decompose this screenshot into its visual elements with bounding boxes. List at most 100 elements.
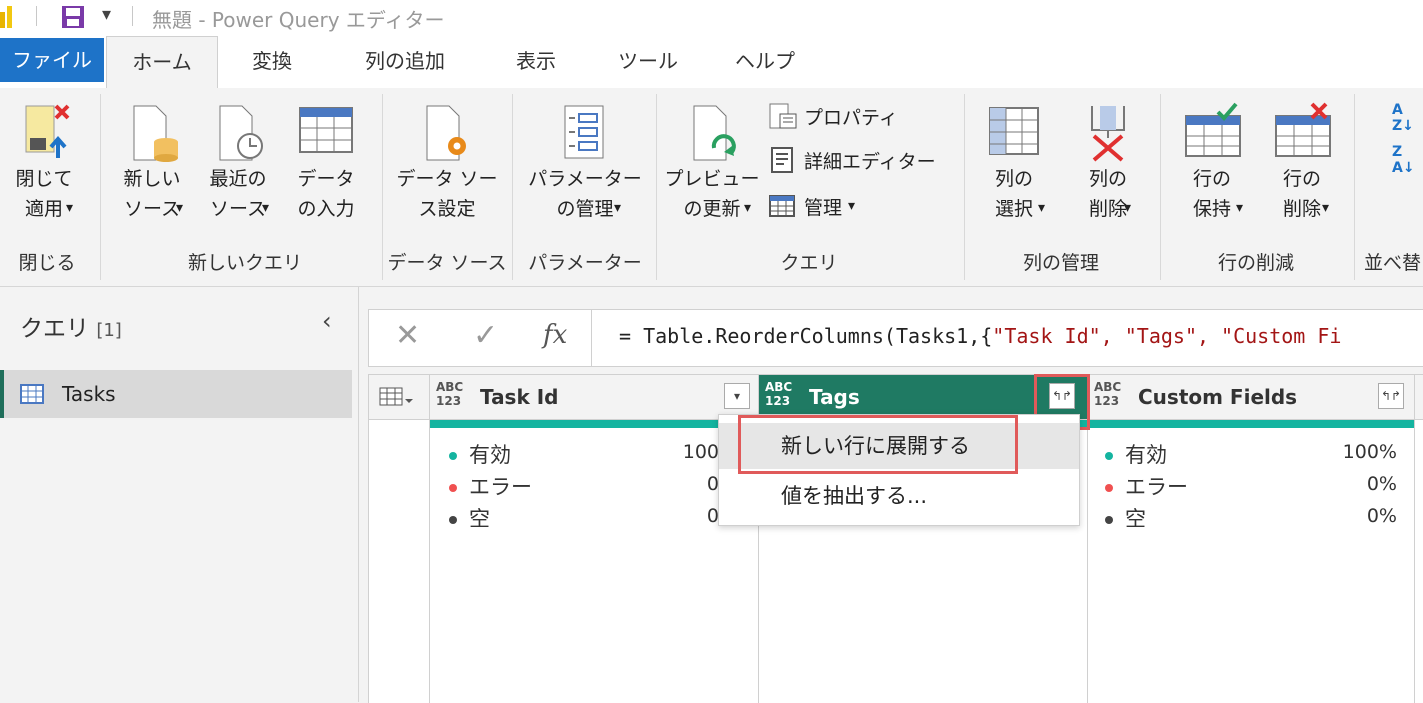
filter-dropdown-icon[interactable]: ▾	[724, 383, 750, 409]
empty-label: 空	[1125, 507, 1146, 531]
group-label-data-source: データ ソース	[387, 252, 507, 274]
tab-file[interactable]: ファイル	[0, 38, 104, 82]
sort-descending-icon[interactable]: Z A↓	[1392, 144, 1415, 176]
remove-rows-button[interactable]: 行の 削除	[1262, 102, 1342, 224]
ribbon: 閉じて 適用 ▾ 閉じる 新しい ソース ▾ 最近の ソース ▾ データ の入力…	[0, 88, 1423, 287]
chevron-down-icon: ▾	[744, 200, 752, 216]
divider	[382, 94, 383, 280]
tab-help[interactable]: ヘルプ	[722, 36, 808, 86]
valid-label: 有効	[469, 443, 511, 467]
properties-icon	[769, 103, 797, 129]
divider	[512, 94, 513, 280]
manage-parameters-button[interactable]: パラメーター の管理	[520, 102, 650, 224]
formula-bar: ✕ ✓ fx = Table.ReorderColumns(Tasks1,{"T…	[368, 309, 1423, 367]
remove-rows-label: 行の 削除	[1282, 168, 1321, 220]
group-label-reduce-rows: 行の削減	[1217, 252, 1294, 274]
column-header-next[interactable]	[1415, 375, 1423, 420]
empty-label: 空	[469, 507, 490, 531]
any-type-icon[interactable]: ABC 123	[765, 380, 792, 408]
queries-title: クエリ	[20, 316, 89, 342]
chevron-down-icon: ▾	[1322, 200, 1330, 216]
divider	[100, 94, 101, 280]
query-item-tasks[interactable]: Tasks	[0, 370, 352, 418]
manage-icon	[769, 195, 795, 217]
recent-sources-icon	[219, 105, 263, 161]
sort-ascending-icon[interactable]: A Z↓	[1392, 102, 1414, 134]
tab-home[interactable]: ホーム	[106, 36, 218, 91]
keep-rows-icon	[1185, 102, 1241, 157]
column-header-task-id[interactable]: ABC 123 Task Id ▾	[430, 375, 759, 420]
divider	[1087, 420, 1088, 703]
divider	[1160, 94, 1161, 280]
error-stat: エラー	[449, 471, 532, 501]
error-dot-icon	[449, 484, 457, 492]
empty-stat: 空	[449, 503, 490, 533]
valid-label: 有効	[1125, 443, 1167, 467]
menu-item-extract-values[interactable]: 値を抽出する...	[719, 473, 1079, 519]
data-source-settings-button[interactable]: データ ソー ス設定	[392, 102, 502, 224]
highlight-box	[738, 415, 1018, 474]
choose-columns-icon	[989, 107, 1039, 155]
valid-value: 100%	[1342, 441, 1397, 463]
group-label-parameters: パラメーター	[528, 252, 642, 274]
quick-access-dropdown-icon[interactable]: ▾	[102, 4, 111, 25]
save-icon[interactable]	[60, 4, 86, 30]
queries-count: [1]	[96, 320, 122, 341]
window-title: 無題 - Power Query エディター	[152, 8, 445, 32]
advanced-editor-button[interactable]: 詳細エディター	[768, 146, 936, 174]
chevron-down-icon: ▾	[848, 198, 856, 214]
parameters-icon	[564, 105, 604, 159]
tab-tools[interactable]: ツール	[608, 36, 688, 86]
group-label-sort: 並べ替	[1364, 252, 1422, 274]
expand-column-icon[interactable]: ↰↱	[1378, 383, 1404, 409]
commit-icon[interactable]: ✓	[473, 318, 498, 353]
chevron-down-icon: ▾	[176, 200, 184, 216]
chevron-down-icon: ▾	[1124, 200, 1132, 216]
column-header-custom-fields[interactable]: ABC 123 Custom Fields ↰↱	[1088, 375, 1415, 420]
manage-button[interactable]: 管理 ▾	[768, 192, 855, 220]
error-value: 0	[706, 473, 719, 495]
chevron-down-icon: ▾	[1038, 200, 1046, 216]
properties-button[interactable]: プロパティ	[768, 102, 898, 130]
enter-data-button[interactable]: データ の入力	[288, 102, 364, 224]
tab-add-column[interactable]: 列の追加	[344, 36, 466, 86]
selection-indicator	[0, 370, 4, 418]
divider	[656, 94, 657, 280]
any-type-icon[interactable]: ABC 123	[436, 380, 463, 408]
group-label-query: クエリ	[780, 252, 838, 274]
manage-parameters-label: パラメーター の管理	[528, 168, 642, 220]
empty-value: 0	[706, 505, 719, 527]
query-item-label: Tasks	[62, 382, 116, 406]
collapse-pane-icon[interactable]: ‹	[322, 307, 332, 335]
column-name: Custom Fields	[1138, 385, 1298, 409]
remove-columns-button[interactable]: 列の 削除	[1068, 102, 1148, 224]
properties-label: プロパティ	[804, 106, 898, 129]
error-stat: エラー	[1105, 471, 1188, 501]
error-dot-icon	[1105, 484, 1113, 492]
table-menu-button[interactable]	[369, 375, 430, 420]
fx-icon[interactable]: fx	[543, 320, 567, 350]
tab-transform[interactable]: 変換	[232, 36, 312, 86]
divider	[1354, 94, 1355, 280]
column-name: Tags	[809, 385, 860, 409]
formula-strings: "Task Id", "Tags", "Custom Fi	[992, 324, 1342, 348]
advanced-editor-label: 詳細エディター	[804, 150, 936, 173]
error-value: 0%	[1366, 473, 1397, 495]
divider	[132, 6, 133, 26]
formula-input[interactable]: = Table.ReorderColumns(Tasks1,{"Task Id"…	[619, 324, 1341, 348]
valid-value: 100	[682, 441, 719, 463]
remove-columns-icon	[1091, 106, 1125, 162]
enter-data-label: データ の入力	[297, 168, 355, 220]
tab-view[interactable]: 表示	[498, 36, 574, 86]
table-menu-icon	[379, 387, 413, 406]
data-source-settings-label: データ ソー ス設定	[396, 168, 498, 220]
empty-stat: 空	[1105, 503, 1146, 533]
divider	[1414, 420, 1415, 703]
any-type-icon[interactable]: ABC 123	[1094, 380, 1121, 408]
valid-dot-icon	[1105, 452, 1113, 460]
remove-columns-label: 列の 削除	[1088, 168, 1127, 220]
divider	[591, 310, 592, 366]
divider	[429, 420, 430, 703]
cancel-icon[interactable]: ✕	[395, 318, 420, 353]
empty-dot-icon	[449, 516, 457, 524]
